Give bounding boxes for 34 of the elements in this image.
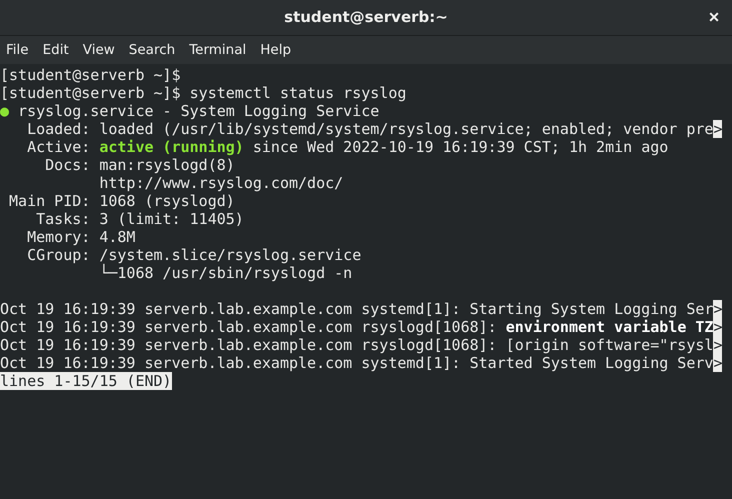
window-title: student@serverb:~ (284, 7, 448, 28)
menu-item[interactable]: Terminal (189, 40, 246, 60)
status-dot-icon: ● (0, 102, 10, 120)
terminal-text: > (713, 300, 722, 318)
terminal-text: > (713, 318, 722, 336)
terminal-text: > (713, 120, 722, 138)
terminal-text: rsyslog.service - System Logging Service (17, 102, 380, 120)
menu-item[interactable]: File (6, 40, 29, 60)
terminal-text: Tasks: 3 (limit: 11405) (35, 210, 244, 228)
terminal-text: lines 1-15/15 (END) (0, 372, 172, 390)
terminal-text: > (713, 354, 722, 372)
terminal-text: Oct 19 16:19:39 serverb.lab.example.com systemd[1]: Started System Logging Serv (0, 354, 714, 372)
terminal-text: CGroup: /system.slice/rsyslog.service (26, 246, 362, 264)
terminal-text: Main PID: 1068 (rsyslogd) (8, 192, 235, 210)
terminal-text: [student@serverb ~]$ systemctl status rsyslog (0, 84, 406, 102)
terminal-text: Oct 19 16:19:39 serverb.lab.example.com systemd[1]: Starting System Logging Ser (0, 300, 714, 318)
terminal-text: > (713, 336, 722, 354)
menu-item[interactable]: Search (128, 40, 176, 60)
terminal-text: Loaded: loaded (/usr/lib/systemd/system/rsyslog.service; enabled; vendor pre (26, 120, 714, 138)
menu-item[interactable]: Help (260, 40, 292, 60)
terminal-text: since Wed 2022-10-19 16:19:39 CST; 1h 2min ago (252, 138, 668, 156)
menu-item[interactable]: Edit (42, 40, 69, 60)
terminal-text: Oct 19 16:19:39 serverb.lab.example.com rsyslogd[1068]: (0, 318, 498, 336)
terminal-text: http://www.rsyslog.com/doc/ (98, 174, 344, 192)
terminal-text: Oct 19 16:19:39 serverb.lab.example.com rsyslogd[1068]: [origin software="rsysl (0, 336, 714, 354)
terminal-text: [student@serverb ~]$ (0, 66, 181, 84)
terminal-text: Active: (26, 138, 92, 156)
terminal-text: Memory: 4.8M (26, 228, 136, 246)
terminal-text: └─1068 /usr/sbin/rsyslogd -n (98, 264, 352, 282)
terminal-text: Docs: man:rsyslogd(8) (44, 156, 235, 174)
menu-item[interactable]: View (82, 40, 115, 60)
terminal-text: environment variable TZ (506, 318, 714, 336)
status-text: active (running) (99, 138, 244, 156)
close-button[interactable]: × (704, 7, 724, 27)
